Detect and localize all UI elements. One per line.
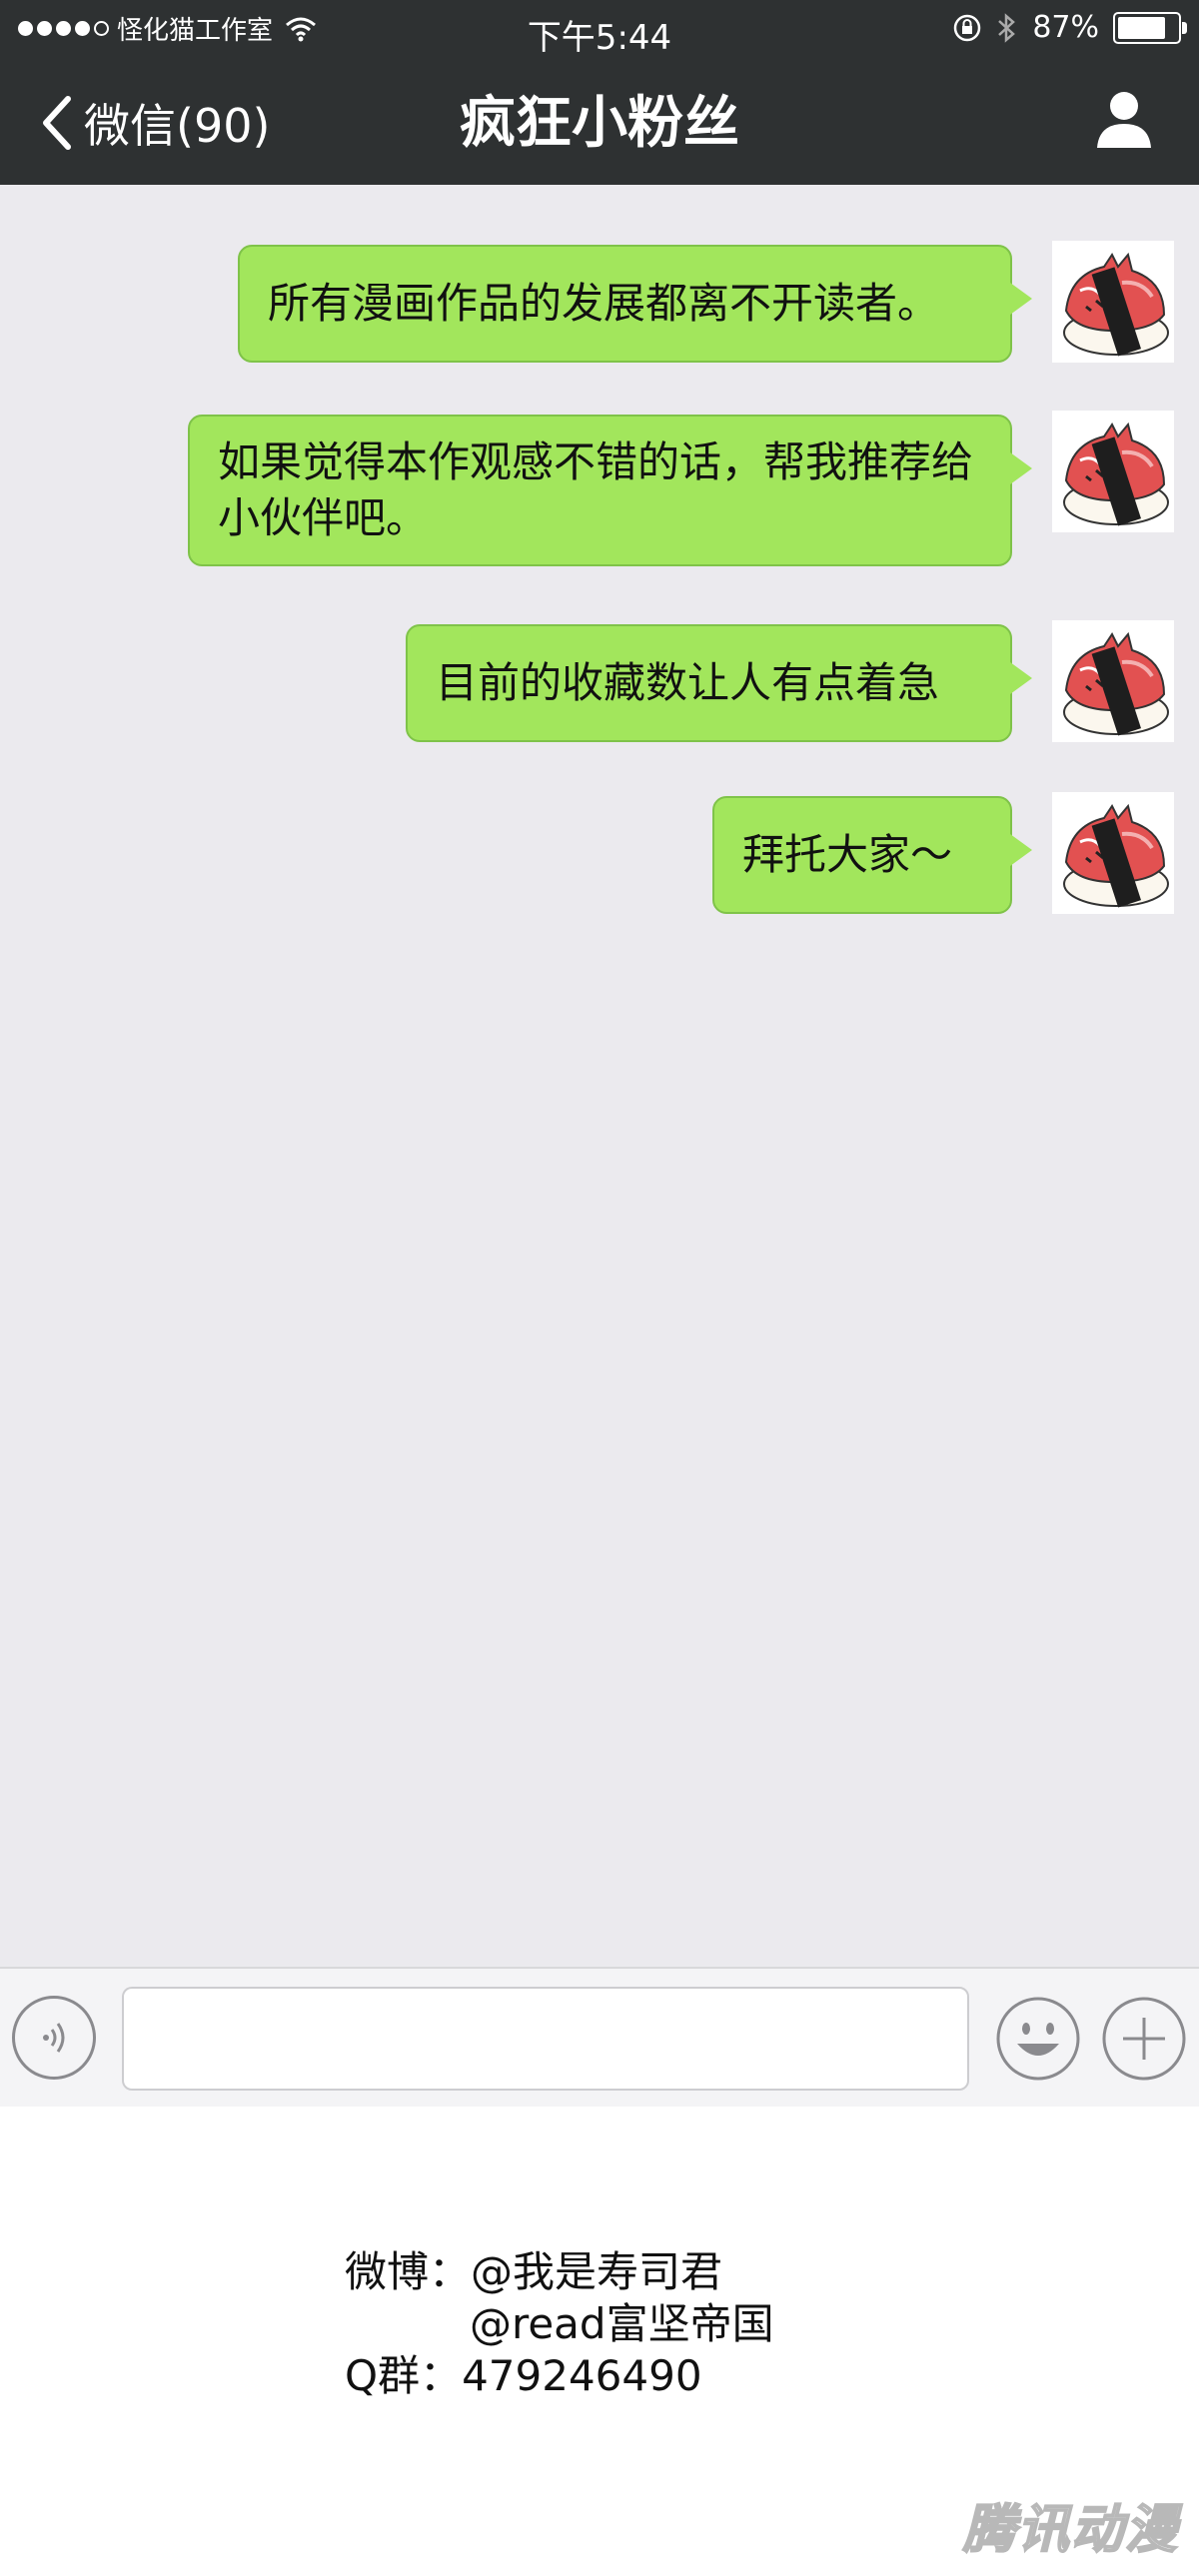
- message-input[interactable]: [122, 1987, 969, 2091]
- qq-line: Q群：479246490: [345, 2350, 774, 2402]
- bluetooth-icon: [998, 12, 1016, 43]
- weibo-line-1: 微博：@我是寿司君: [345, 2246, 774, 2298]
- voice-icon: [43, 2023, 65, 2053]
- person-icon[interactable]: [1095, 88, 1153, 150]
- weibo-label: 微博：: [345, 2247, 472, 2296]
- header: 怪化猫工作室 下午5:44 87% 微信(90) 疯狂小粉丝: [0, 0, 1199, 185]
- status-bar: 怪化猫工作室 下午5:44 87%: [0, 0, 1199, 58]
- message-bubble[interactable]: 所有漫画作品的发展都离不开读者。: [238, 245, 1032, 363]
- avatar[interactable]: [1052, 241, 1174, 363]
- rotation-lock-icon: [954, 14, 981, 41]
- nav-bar: 微信(90) 疯狂小粉丝: [0, 58, 1199, 185]
- avatar[interactable]: [1052, 411, 1174, 532]
- message-bubble[interactable]: 如果觉得本作观感不错的话，帮我推荐给小伙伴吧。: [188, 415, 1032, 566]
- plus-icon[interactable]: [1101, 1996, 1187, 2082]
- weibo-account-1: @我是寿司君: [471, 2247, 723, 2296]
- qq-label: Q群：: [345, 2351, 463, 2400]
- avatar[interactable]: [1052, 792, 1174, 914]
- credits-footer: 微博：@我是寿司君 @read富坚帝国 Q群：479246490 腾讯动漫: [0, 2107, 1199, 2576]
- watermark-logo: 腾讯动漫: [962, 2499, 1179, 2561]
- battery-percent: 87%: [1032, 10, 1099, 45]
- message-bubble[interactable]: 目前的收藏数让人有点着急: [406, 624, 1032, 742]
- emoji-icon[interactable]: [995, 1996, 1081, 2082]
- input-bar: [0, 1967, 1199, 2109]
- status-right: 87%: [952, 10, 1187, 45]
- weibo-line-2: @read富坚帝国: [345, 2298, 774, 2350]
- credits: 微博：@我是寿司君 @read富坚帝国 Q群：479246490: [345, 2246, 774, 2402]
- avatar[interactable]: [1052, 620, 1174, 742]
- qq-number: 479246490: [462, 2351, 702, 2400]
- chat-title: 疯狂小粉丝: [460, 91, 739, 156]
- chat-area[interactable]: 所有漫画作品的发展都离不开读者。 如果觉得本作观感不错的话，帮我推荐给小伙伴吧。…: [0, 185, 1199, 1967]
- message-bubble[interactable]: 拜托大家～: [712, 796, 1032, 914]
- battery-icon: [1113, 11, 1187, 44]
- voice-button[interactable]: [12, 1996, 96, 2080]
- weibo-account-2: @read富坚帝国: [470, 2299, 774, 2348]
